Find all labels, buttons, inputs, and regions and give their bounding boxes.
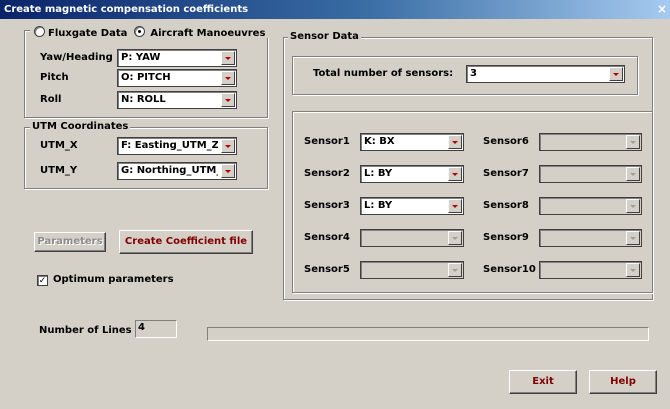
- help-button[interactable]: Help: [589, 370, 657, 394]
- chevron-down-icon[interactable]: [626, 231, 640, 245]
- sensor1-select[interactable]: K: BX: [360, 133, 464, 151]
- sensor9-label: Sensor9: [483, 232, 529, 243]
- sensor1-value: K: BX: [364, 136, 395, 147]
- sensor-data-title: Sensor Data: [288, 31, 361, 43]
- yaw-label: Yaw/Heading: [40, 52, 113, 63]
- sensor1-label: Sensor1: [304, 136, 350, 147]
- chevron-down-icon[interactable]: [626, 135, 640, 149]
- number-of-lines-label: Number of Lines: [39, 325, 132, 336]
- pitch-select-value: O: PITCH: [121, 72, 171, 83]
- radio-fluxgate[interactable]: [34, 26, 45, 37]
- utm-x-label: UTM_X: [40, 140, 78, 151]
- sensor8-label: Sensor8: [483, 200, 529, 211]
- roll-label: Roll: [40, 94, 62, 105]
- roll-select-value: N: ROLL: [121, 94, 166, 105]
- chevron-down-icon[interactable]: [221, 71, 235, 85]
- sensor8-select[interactable]: [539, 197, 642, 215]
- radio-aircraft[interactable]: [133, 26, 145, 37]
- sensor3-select[interactable]: L: BY: [360, 197, 464, 215]
- number-of-lines-field: 4: [135, 320, 177, 338]
- sensor2-select[interactable]: L: BY: [360, 165, 464, 183]
- optimum-parameters-checkbox[interactable]: ✓: [37, 275, 48, 286]
- window-title: Create magnetic compensation coefficient…: [4, 4, 249, 15]
- optimum-parameters-label[interactable]: Optimum parameters: [53, 273, 174, 287]
- exit-button[interactable]: Exit: [509, 370, 577, 394]
- pitch-label: Pitch: [40, 72, 69, 83]
- sensor6-select[interactable]: [539, 133, 642, 151]
- chevron-down-icon[interactable]: [626, 199, 640, 213]
- roll-select[interactable]: N: ROLL: [117, 91, 237, 109]
- chevron-down-icon[interactable]: [626, 167, 640, 181]
- chevron-down-icon[interactable]: [448, 199, 462, 213]
- sensor2-label: Sensor2: [304, 168, 350, 179]
- chevron-down-icon[interactable]: [221, 139, 235, 153]
- dialog-window: Create magnetic compensation coefficient…: [0, 0, 670, 409]
- parameters-button[interactable]: Parameters: [34, 232, 106, 252]
- sensor5-select[interactable]: [360, 261, 464, 279]
- mode-radio-row: Fluxgate Data Aircraft Manoeuvres: [30, 25, 270, 39]
- chevron-down-icon[interactable]: [626, 263, 640, 277]
- sensor7-label: Sensor7: [483, 168, 529, 179]
- sensor3-value: L: BY: [364, 200, 393, 211]
- progress-bar: [207, 327, 649, 341]
- sensor2-value: L: BY: [364, 168, 393, 179]
- sensor7-select[interactable]: [539, 165, 642, 183]
- sensor9-select[interactable]: [539, 229, 642, 247]
- close-icon[interactable]: ×: [656, 0, 668, 19]
- sensor3-label: Sensor3: [304, 200, 350, 211]
- chevron-down-icon[interactable]: [448, 167, 462, 181]
- chevron-down-icon[interactable]: [221, 51, 235, 65]
- chevron-down-icon[interactable]: [221, 164, 235, 178]
- chevron-down-icon[interactable]: [609, 67, 623, 81]
- create-coefficient-file-button[interactable]: Create Coefficient file: [119, 230, 253, 254]
- title-bar[interactable]: Create magnetic compensation coefficient…: [0, 0, 670, 19]
- pitch-select[interactable]: O: PITCH: [117, 69, 237, 87]
- radio-aircraft-label[interactable]: Aircraft Manoeuvres: [150, 28, 265, 39]
- total-sensors-select[interactable]: 3: [466, 65, 625, 83]
- total-sensors-value: 3: [470, 68, 477, 79]
- chevron-down-icon[interactable]: [448, 263, 462, 277]
- sensor4-select[interactable]: [360, 229, 464, 247]
- utm-x-select[interactable]: F: Easting_UTM_Zn: [117, 137, 237, 155]
- chevron-down-icon[interactable]: [448, 135, 462, 149]
- utm-group-title: UTM Coordinates: [30, 121, 131, 133]
- utm-y-label: UTM_Y: [40, 165, 78, 176]
- sensor10-select[interactable]: [539, 261, 642, 279]
- utm-y-select[interactable]: G: Northing_UTM_Z: [117, 162, 237, 180]
- chevron-down-icon[interactable]: [448, 231, 462, 245]
- yaw-select[interactable]: P: YAW: [117, 49, 237, 67]
- yaw-select-value: P: YAW: [121, 52, 161, 63]
- sensor10-label: Sensor10: [483, 264, 536, 275]
- total-sensors-label: Total number of sensors:: [313, 68, 454, 79]
- sensor4-label: Sensor4: [304, 232, 350, 243]
- radio-fluxgate-label[interactable]: Fluxgate Data: [48, 28, 127, 39]
- sensor5-label: Sensor5: [304, 264, 350, 275]
- sensor6-label: Sensor6: [483, 136, 529, 147]
- utm-y-select-value: G: Northing_UTM_Z: [121, 165, 218, 176]
- utm-x-select-value: F: Easting_UTM_Zn: [121, 140, 218, 151]
- chevron-down-icon[interactable]: [221, 93, 235, 107]
